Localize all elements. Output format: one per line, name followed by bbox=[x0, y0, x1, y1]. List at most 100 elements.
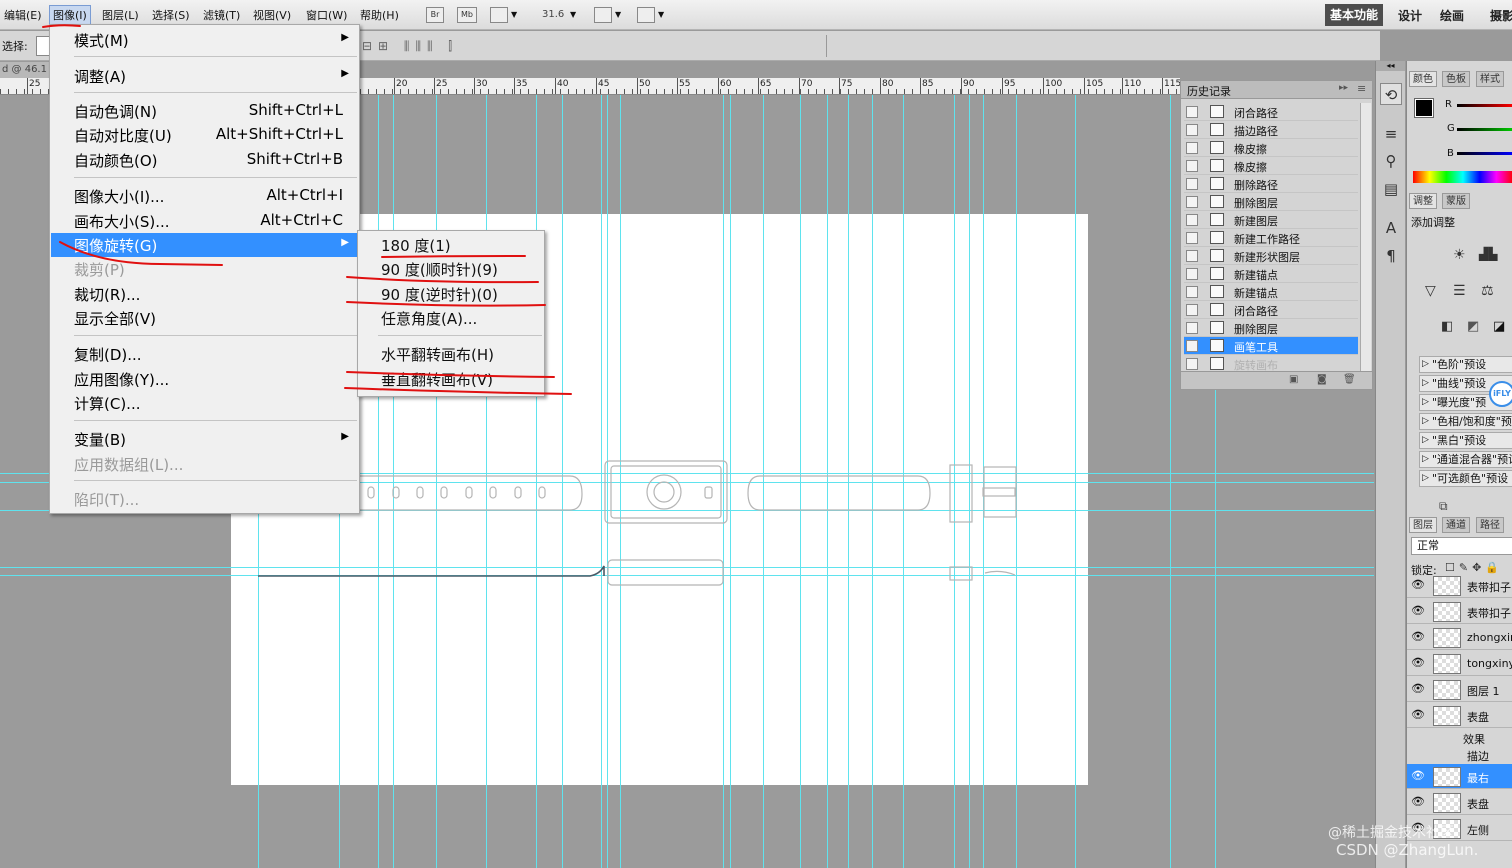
workspace-painting[interactable]: 绘画 bbox=[1440, 7, 1464, 24]
adjustment-preset[interactable]: ▷ "通道混合器"预设 bbox=[1419, 451, 1512, 468]
tab-styles[interactable]: 样式 bbox=[1476, 71, 1504, 87]
layer-row[interactable]: 👁 tongxinyua bbox=[1407, 651, 1512, 676]
adjustment-preset[interactable]: ▷ "可选颜色"预设 bbox=[1419, 470, 1512, 487]
layer-row[interactable]: 👁 表带扣子 bbox=[1407, 573, 1512, 598]
history-snapshot-checkbox[interactable] bbox=[1186, 142, 1198, 154]
history-snapshot-checkbox[interactable] bbox=[1186, 106, 1198, 118]
channel-label-b: B bbox=[1447, 148, 1454, 159]
history-snapshot-checkbox[interactable] bbox=[1186, 322, 1198, 334]
history-snapshot-checkbox[interactable] bbox=[1186, 358, 1198, 370]
foreground-color-swatch[interactable] bbox=[1414, 98, 1434, 118]
history-snapshot-checkbox[interactable] bbox=[1186, 160, 1198, 172]
history-item[interactable]: 新建锚点 bbox=[1184, 283, 1358, 301]
history-item[interactable]: 闭合路径 bbox=[1184, 103, 1358, 121]
eye-icon[interactable]: 👁 bbox=[1411, 656, 1425, 669]
history-snapshot-checkbox[interactable] bbox=[1186, 250, 1198, 262]
history-snapshot-checkbox[interactable] bbox=[1186, 232, 1198, 244]
tab-adjustments[interactable]: 调整 bbox=[1409, 193, 1437, 209]
panel-collapse-icon[interactable]: ▸▸ bbox=[1339, 83, 1348, 93]
ifly-badge-icon[interactable]: iFLY bbox=[1489, 381, 1512, 407]
history-panel-title[interactable]: 历史记录 bbox=[1187, 83, 1231, 99]
tab-layers[interactable]: 图层 bbox=[1409, 517, 1437, 533]
adjustment-preset[interactable]: ▷ "色相/饱和度"预 bbox=[1419, 413, 1512, 430]
selective-color-icon[interactable]: ◪ bbox=[1493, 319, 1505, 334]
new-document-icon[interactable]: ▣ bbox=[1289, 374, 1298, 385]
layer-row[interactable]: 👁 图层 1 bbox=[1407, 677, 1512, 702]
workspace-design[interactable]: 设计 bbox=[1398, 7, 1422, 24]
eye-icon[interactable]: 👁 bbox=[1411, 682, 1425, 695]
eye-icon[interactable]: 👁 bbox=[1411, 795, 1425, 808]
history-snapshot-checkbox[interactable] bbox=[1186, 268, 1198, 280]
history-item[interactable]: 删除图层 bbox=[1184, 319, 1358, 337]
history-snapshot-checkbox[interactable] bbox=[1186, 178, 1198, 190]
green-slider[interactable] bbox=[1457, 128, 1512, 131]
color-balance-icon[interactable]: ⚖ bbox=[1481, 283, 1494, 299]
gradient-map-icon[interactable]: ◩ bbox=[1467, 319, 1479, 334]
layer-row[interactable]: 👁 最右 bbox=[1407, 764, 1512, 789]
history-item[interactable]: 新建形状图层 bbox=[1184, 247, 1358, 265]
trash-icon[interactable]: 🗑 bbox=[1343, 374, 1356, 385]
tab-paths[interactable]: 路径 bbox=[1476, 517, 1504, 533]
eye-icon[interactable]: 👁 bbox=[1411, 708, 1425, 721]
red-slider[interactable] bbox=[1457, 104, 1512, 107]
history-step-icon bbox=[1210, 105, 1224, 118]
color-spectrum-bar[interactable] bbox=[1413, 171, 1512, 183]
history-item[interactable]: 新建图层 bbox=[1184, 211, 1358, 229]
paragraph-panel-icon[interactable]: ¶ bbox=[1380, 245, 1402, 267]
history-snapshot-checkbox[interactable] bbox=[1186, 214, 1198, 226]
history-item[interactable]: 闭合路径 bbox=[1184, 301, 1358, 319]
brush-presets-icon[interactable]: ≡ bbox=[1380, 123, 1402, 145]
snapshot-icon[interactable]: ◙ bbox=[1317, 374, 1327, 385]
history-item[interactable]: 橡皮擦 bbox=[1184, 139, 1358, 157]
layer-row[interactable]: 👁 表盘 bbox=[1407, 703, 1512, 728]
blue-slider[interactable] bbox=[1457, 152, 1512, 155]
history-scrollbar[interactable] bbox=[1360, 103, 1371, 371]
vibrance-icon[interactable]: ▽ bbox=[1425, 283, 1436, 299]
history-item[interactable]: 画笔工具 bbox=[1184, 337, 1358, 355]
history-panel-icon[interactable]: ⟲ bbox=[1380, 83, 1402, 105]
layer-effects-label[interactable]: 效果 bbox=[1463, 731, 1485, 747]
history-item[interactable]: 描边路径 bbox=[1184, 121, 1358, 139]
history-snapshot-checkbox[interactable] bbox=[1186, 196, 1198, 208]
eye-icon[interactable]: 👁 bbox=[1411, 630, 1425, 643]
levels-icon[interactable]: ▟▙ bbox=[1479, 247, 1497, 261]
clone-source-icon[interactable]: ⚲ bbox=[1380, 150, 1402, 172]
layer-row[interactable]: 👁 表带扣子 bbox=[1407, 599, 1512, 624]
history-snapshot-checkbox[interactable] bbox=[1186, 124, 1198, 136]
history-item[interactable]: 新建锚点 bbox=[1184, 265, 1358, 283]
collapse-icon[interactable]: ◂◂ bbox=[1376, 61, 1405, 71]
channel-mixer-icon[interactable]: ◧ bbox=[1441, 319, 1453, 334]
adjustments-title: 添加调整 bbox=[1411, 216, 1455, 229]
history-snapshot-checkbox[interactable] bbox=[1186, 304, 1198, 316]
workspace-essentials[interactable]: 基本功能 bbox=[1325, 4, 1384, 26]
eye-icon[interactable]: 👁 bbox=[1411, 604, 1425, 617]
clip-layer-icon[interactable]: ⧉ bbox=[1439, 499, 1448, 514]
tab-swatches[interactable]: 色板 bbox=[1442, 71, 1470, 87]
adjustment-preset[interactable]: ▷ "黑白"预设 bbox=[1419, 432, 1512, 449]
panel-menu-icon[interactable]: ≡ bbox=[1357, 82, 1366, 95]
history-item-label: 描边路径 bbox=[1234, 125, 1278, 138]
layer-name: 表盘 bbox=[1467, 798, 1489, 811]
history-step-icon bbox=[1210, 231, 1224, 244]
tab-channels[interactable]: 通道 bbox=[1442, 517, 1470, 533]
tool-presets-icon[interactable]: ▤ bbox=[1380, 178, 1402, 200]
eye-icon[interactable]: 👁 bbox=[1411, 578, 1425, 591]
history-item[interactable]: 新建工作路径 bbox=[1184, 229, 1358, 247]
layer-row[interactable]: 👁 zhongxin bbox=[1407, 625, 1512, 650]
history-snapshot-checkbox[interactable] bbox=[1186, 286, 1198, 298]
layer-row[interactable]: 👁 表盘 bbox=[1407, 790, 1512, 815]
history-snapshot-checkbox[interactable] bbox=[1186, 340, 1198, 352]
blend-mode-select[interactable]: 正常 bbox=[1411, 537, 1512, 555]
history-item[interactable]: 删除路径 bbox=[1184, 175, 1358, 193]
eye-icon[interactable]: 👁 bbox=[1411, 769, 1425, 782]
history-item[interactable]: 删除图层 bbox=[1184, 193, 1358, 211]
character-panel-icon[interactable]: A bbox=[1380, 217, 1402, 239]
brightness-icon[interactable]: ☀ bbox=[1453, 247, 1466, 263]
tab-masks[interactable]: 蒙版 bbox=[1442, 193, 1470, 209]
adjustment-preset[interactable]: ▷ "色阶"预设 bbox=[1419, 356, 1512, 373]
stroke-effect-label[interactable]: 描边 bbox=[1467, 748, 1489, 764]
hue-saturation-icon[interactable]: ☰ bbox=[1453, 283, 1466, 299]
history-item[interactable]: 橡皮擦 bbox=[1184, 157, 1358, 175]
tab-color[interactable]: 颜色 bbox=[1409, 71, 1437, 87]
workspace-photography[interactable]: 摄影 bbox=[1490, 7, 1512, 24]
